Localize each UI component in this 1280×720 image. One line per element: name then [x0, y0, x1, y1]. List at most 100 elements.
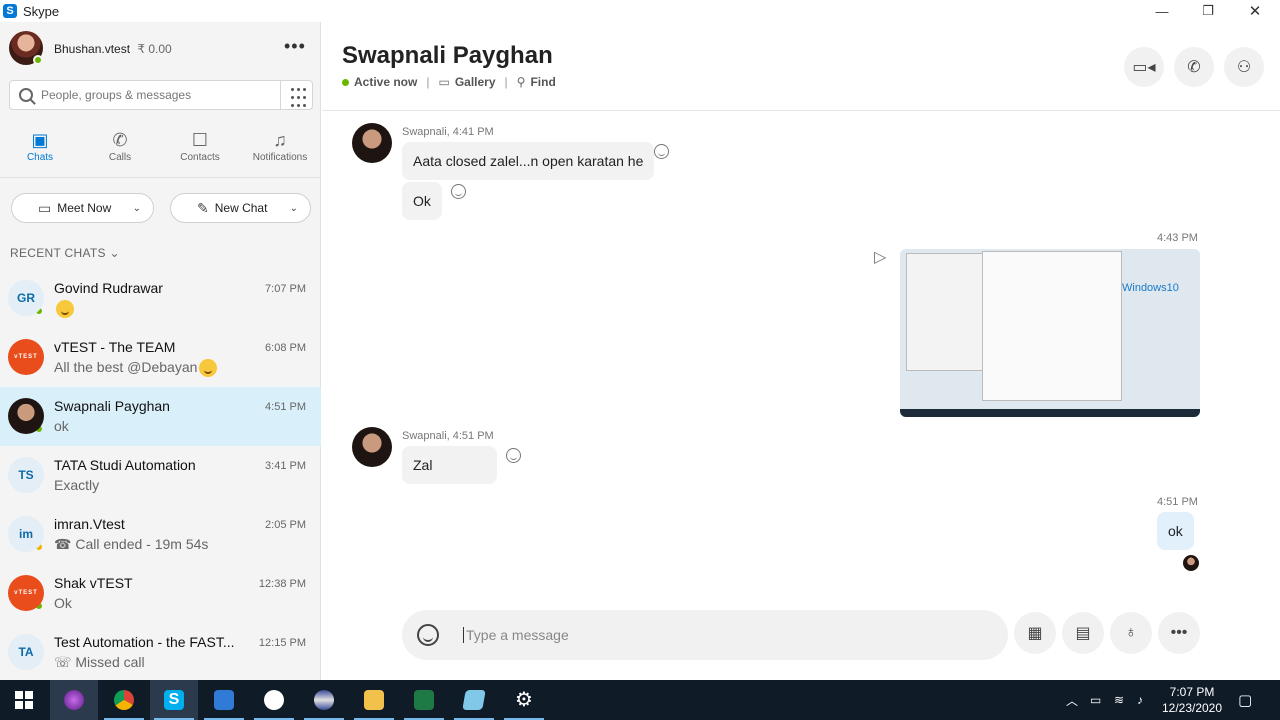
skype-logo-icon: S — [3, 4, 17, 18]
tab-chats[interactable]: ▣ Chats — [0, 128, 80, 174]
add-reaction-icon[interactable] — [506, 448, 521, 463]
taskbar-skype[interactable]: S — [150, 680, 198, 720]
taskbar-settings[interactable]: ⚙ — [500, 680, 548, 720]
chat-list-item[interactable]: vTEST vTEST - The TEAM 6:08 PM All the best… — [0, 328, 321, 387]
message-input[interactable]: Type a message — [463, 627, 569, 643]
chevron-down-icon: ⌄ — [289, 202, 298, 214]
tab-notifications-label: Notifications — [252, 152, 308, 163]
profile-name-area[interactable]: Bhushan.vtest ₹ 0.00 — [54, 42, 172, 56]
add-person-icon: ⚇ — [1236, 59, 1252, 76]
tab-calls[interactable]: ✆ Calls — [80, 128, 160, 174]
chat-list-item[interactable]: GR Govind Rudrawar 7:07 PM — [0, 269, 321, 328]
chat-time: 6:08 PM — [265, 342, 306, 354]
taskbar-clock[interactable]: 7:07 PM 12/23/2020 — [1150, 684, 1234, 716]
chat-name: imran.Vtest — [54, 516, 125, 532]
window-title: Skype — [23, 3, 60, 19]
emoji-icon[interactable] — [417, 624, 439, 646]
chat-preview-text: Exactly — [54, 477, 100, 493]
battery-icon[interactable]: ▭ — [1090, 680, 1101, 720]
dialpad-icon[interactable] — [280, 80, 313, 110]
tab-calls-label: Calls — [108, 152, 132, 163]
add-reaction-icon[interactable] — [654, 144, 669, 159]
chat-icon: ▣ — [31, 130, 49, 150]
sent-icon: ▷ — [874, 249, 887, 266]
separator: | — [426, 75, 430, 89]
skype-credit: ₹ 0.00 — [137, 42, 172, 56]
chat-time: 2:05 PM — [265, 519, 306, 531]
add-people-button[interactable]: ⚇ — [1224, 47, 1264, 87]
more-compose-options-button[interactable]: ••• — [1158, 612, 1200, 654]
compose-box[interactable]: Type a message — [402, 610, 1008, 660]
chat-list-item[interactable]: TA Test Automation - the FAST... 12:15 PM ☏… — [0, 623, 321, 682]
taskbar-app-4[interactable] — [200, 680, 248, 720]
wifi-icon[interactable]: ≋ — [1114, 680, 1124, 720]
chat-avatar: vTEST — [8, 339, 44, 375]
tray-chevron-icon[interactable]: ︿ — [1066, 680, 1078, 720]
clock-time: 7:07 PM — [1169, 685, 1215, 699]
chat-list-item[interactable]: Swapnali Payghan 4:51 PM ok — [0, 387, 321, 446]
chat-preview-text: All the best @Debayan — [54, 359, 198, 375]
taskbar-app-5[interactable] — [250, 680, 298, 720]
chat-preview: Ok — [54, 595, 72, 611]
meet-now-button[interactable]: ▭ Meet Now ⌄ — [11, 193, 154, 223]
chat-preview-text: ☎ Call ended - 19m 54s — [54, 536, 209, 552]
chat-preview: All the best @Debayan — [54, 359, 218, 378]
tab-notifications[interactable]: ♫ Notifications — [240, 128, 320, 174]
taskbar-app-6[interactable] — [300, 680, 348, 720]
divider — [0, 177, 321, 178]
volume-icon[interactable]: ♪ — [1137, 680, 1143, 720]
audio-call-button[interactable]: ✆ — [1174, 47, 1214, 87]
my-message-bubble[interactable]: ok — [1157, 512, 1194, 550]
chat-list-item[interactable]: TS TATA Studi Automation 3:41 PM Exactly — [0, 446, 321, 505]
taskbar-file-explorer[interactable] — [350, 680, 398, 720]
maximize-button[interactable]: ❐ — [1185, 0, 1231, 22]
contact-name[interactable]: Swapnali Payghan — [342, 42, 553, 70]
taskbar-app-9[interactable] — [450, 680, 498, 720]
tab-contacts[interactable]: ☐ Contacts — [160, 128, 240, 174]
message-bubble[interactable]: Ok — [402, 182, 442, 220]
record-audio-button[interactable]: ♁ — [1110, 612, 1152, 654]
sender-avatar[interactable] — [352, 427, 392, 467]
chat-list-item[interactable]: vTEST Shak vTEST 12:38 PM Ok — [0, 564, 321, 623]
start-button[interactable] — [0, 680, 48, 720]
profile-bar: Bhushan.vtest ₹ 0.00 ••• — [0, 22, 321, 74]
video-call-button[interactable]: ▭◂ — [1124, 47, 1164, 87]
app-icon — [314, 690, 334, 710]
taskbar-app-1[interactable] — [50, 680, 98, 720]
chat-time: 7:07 PM — [265, 283, 306, 295]
message-bubble[interactable]: Aata closed zalel...n open karatan he — [402, 142, 655, 180]
media-gallery-button[interactable]: ▦ — [1014, 612, 1056, 654]
recent-chats-toggle[interactable]: RECENT CHATS ⌄ — [10, 246, 120, 260]
send-contact-button[interactable]: ▤ — [1062, 612, 1104, 654]
close-button[interactable]: ✕ — [1232, 0, 1278, 22]
image-icon: ▦ — [1027, 625, 1043, 642]
search-box[interactable]: People, groups & messages — [9, 80, 281, 110]
chat-name: TATA Studi Automation — [54, 457, 196, 473]
read-receipt-avatar — [1183, 555, 1199, 571]
gallery-link[interactable]: Gallery — [455, 75, 496, 89]
taskbar-excel[interactable] — [400, 680, 448, 720]
clock-date: 12/23/2020 — [1161, 701, 1223, 715]
chat-preview: Exactly — [54, 477, 99, 493]
chat-avatar: GR — [8, 280, 44, 316]
windows-logo-icon — [15, 691, 33, 709]
more-options-icon[interactable]: ••• — [284, 36, 306, 57]
smile-emoji-icon — [199, 359, 218, 378]
conversation-pane: Swapnali Payghan Active now | ▭ Gallery … — [322, 22, 1280, 680]
message-list: Swapnali, 4:41 PM Aata closed zalel...n … — [322, 112, 1280, 602]
message-bubble[interactable]: Zal — [402, 446, 497, 484]
chat-list-item[interactable]: im imran.Vtest 2:05 PM ☎ Call ended - 19m 5… — [0, 505, 321, 564]
add-reaction-icon[interactable] — [451, 184, 466, 199]
shared-image[interactable]: Windows10 — [900, 249, 1200, 417]
notifications-icon[interactable]: ▢ — [1238, 680, 1252, 720]
message-meta: Swapnali, 4:41 PM — [402, 126, 494, 138]
contacts-icon: ☐ — [191, 130, 209, 150]
my-avatar[interactable] — [9, 31, 43, 65]
sender-avatar[interactable] — [352, 123, 392, 163]
find-icon: ⚲ — [516, 75, 526, 89]
minimize-button[interactable]: — — [1139, 0, 1185, 22]
new-chat-button[interactable]: ✎ New Chat ⌄ — [170, 193, 311, 223]
find-link[interactable]: Find — [530, 75, 555, 89]
taskbar-chrome[interactable] — [100, 680, 148, 720]
chat-time: 12:15 PM — [258, 637, 306, 649]
